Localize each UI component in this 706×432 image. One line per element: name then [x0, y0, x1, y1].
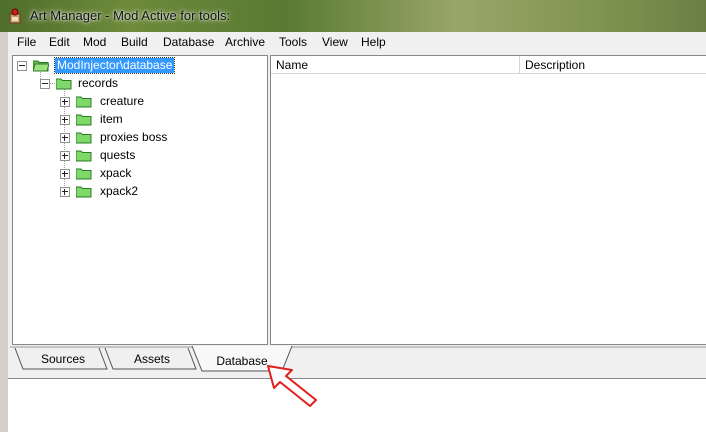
tree-node-quests[interactable]: quests [60, 148, 250, 164]
tree-node-label[interactable]: xpack [98, 166, 133, 181]
tree-node-xpack[interactable]: xpack [60, 166, 250, 182]
expand-toggle[interactable] [60, 151, 70, 161]
menu-help[interactable]: Help [359, 35, 388, 49]
collapse-toggle[interactable] [17, 61, 27, 71]
expand-toggle[interactable] [60, 133, 70, 143]
tree-node-label[interactable]: xpack2 [98, 184, 140, 199]
tree-node-root[interactable]: ModInjector\database [17, 57, 217, 74]
menu-bar: File Edit Mod Build Database Archive Too… [8, 32, 706, 53]
folder-open-icon [33, 60, 49, 72]
tab-assets[interactable]: Assets [112, 348, 192, 370]
folder-icon [76, 96, 92, 108]
folder-icon [76, 168, 92, 180]
database-tree[interactable]: ModInjector\database records creature it… [12, 55, 268, 345]
tree-node-records[interactable]: records [40, 76, 240, 92]
tree-node-label[interactable]: proxies boss [98, 130, 169, 145]
tree-root-label[interactable]: ModInjector\database [53, 57, 176, 74]
menu-edit[interactable]: Edit [47, 35, 72, 49]
tree-node-xpack2[interactable]: xpack2 [60, 184, 250, 200]
tree-node-label[interactable]: creature [98, 94, 146, 109]
collapse-toggle[interactable] [40, 79, 50, 89]
tree-node-item[interactable]: item [60, 112, 250, 128]
folder-icon [76, 150, 92, 162]
tree-node-label[interactable]: quests [98, 148, 137, 163]
column-header-name[interactable]: Name [271, 56, 520, 74]
art-manager-app-icon [9, 8, 21, 24]
window-title: Art Manager - Mod Active for tools: [30, 8, 231, 23]
tree-node-label[interactable]: records [76, 76, 120, 91]
expand-toggle[interactable] [60, 115, 70, 125]
folder-icon [76, 186, 92, 198]
tree-node-proxies-boss[interactable]: proxies boss [60, 130, 250, 146]
expand-toggle[interactable] [60, 187, 70, 197]
folder-icon [56, 78, 72, 90]
column-header-description[interactable]: Description [520, 56, 706, 74]
tab-strip: Sources Assets Database [10, 346, 706, 372]
menu-build[interactable]: Build [119, 35, 150, 49]
menu-mod[interactable]: Mod [81, 35, 108, 49]
records-list[interactable]: Name Description [270, 55, 706, 345]
menu-archive[interactable]: Archive [223, 35, 267, 49]
tab-sources[interactable]: Sources [23, 348, 103, 370]
menu-database[interactable]: Database [161, 35, 216, 49]
menu-view[interactable]: View [320, 35, 350, 49]
expand-toggle[interactable] [60, 97, 70, 107]
folder-icon [76, 132, 92, 144]
menu-tools[interactable]: Tools [277, 35, 309, 49]
expand-toggle[interactable] [60, 169, 70, 179]
arrow-annotation-icon [267, 365, 317, 407]
menu-file[interactable]: File [15, 35, 38, 49]
tree-node-creature[interactable]: creature [60, 94, 250, 110]
tree-node-label[interactable]: item [98, 112, 125, 127]
folder-icon [76, 114, 92, 126]
bottom-pane [8, 378, 706, 432]
title-bar[interactable]: Art Manager - Mod Active for tools: [0, 0, 706, 32]
